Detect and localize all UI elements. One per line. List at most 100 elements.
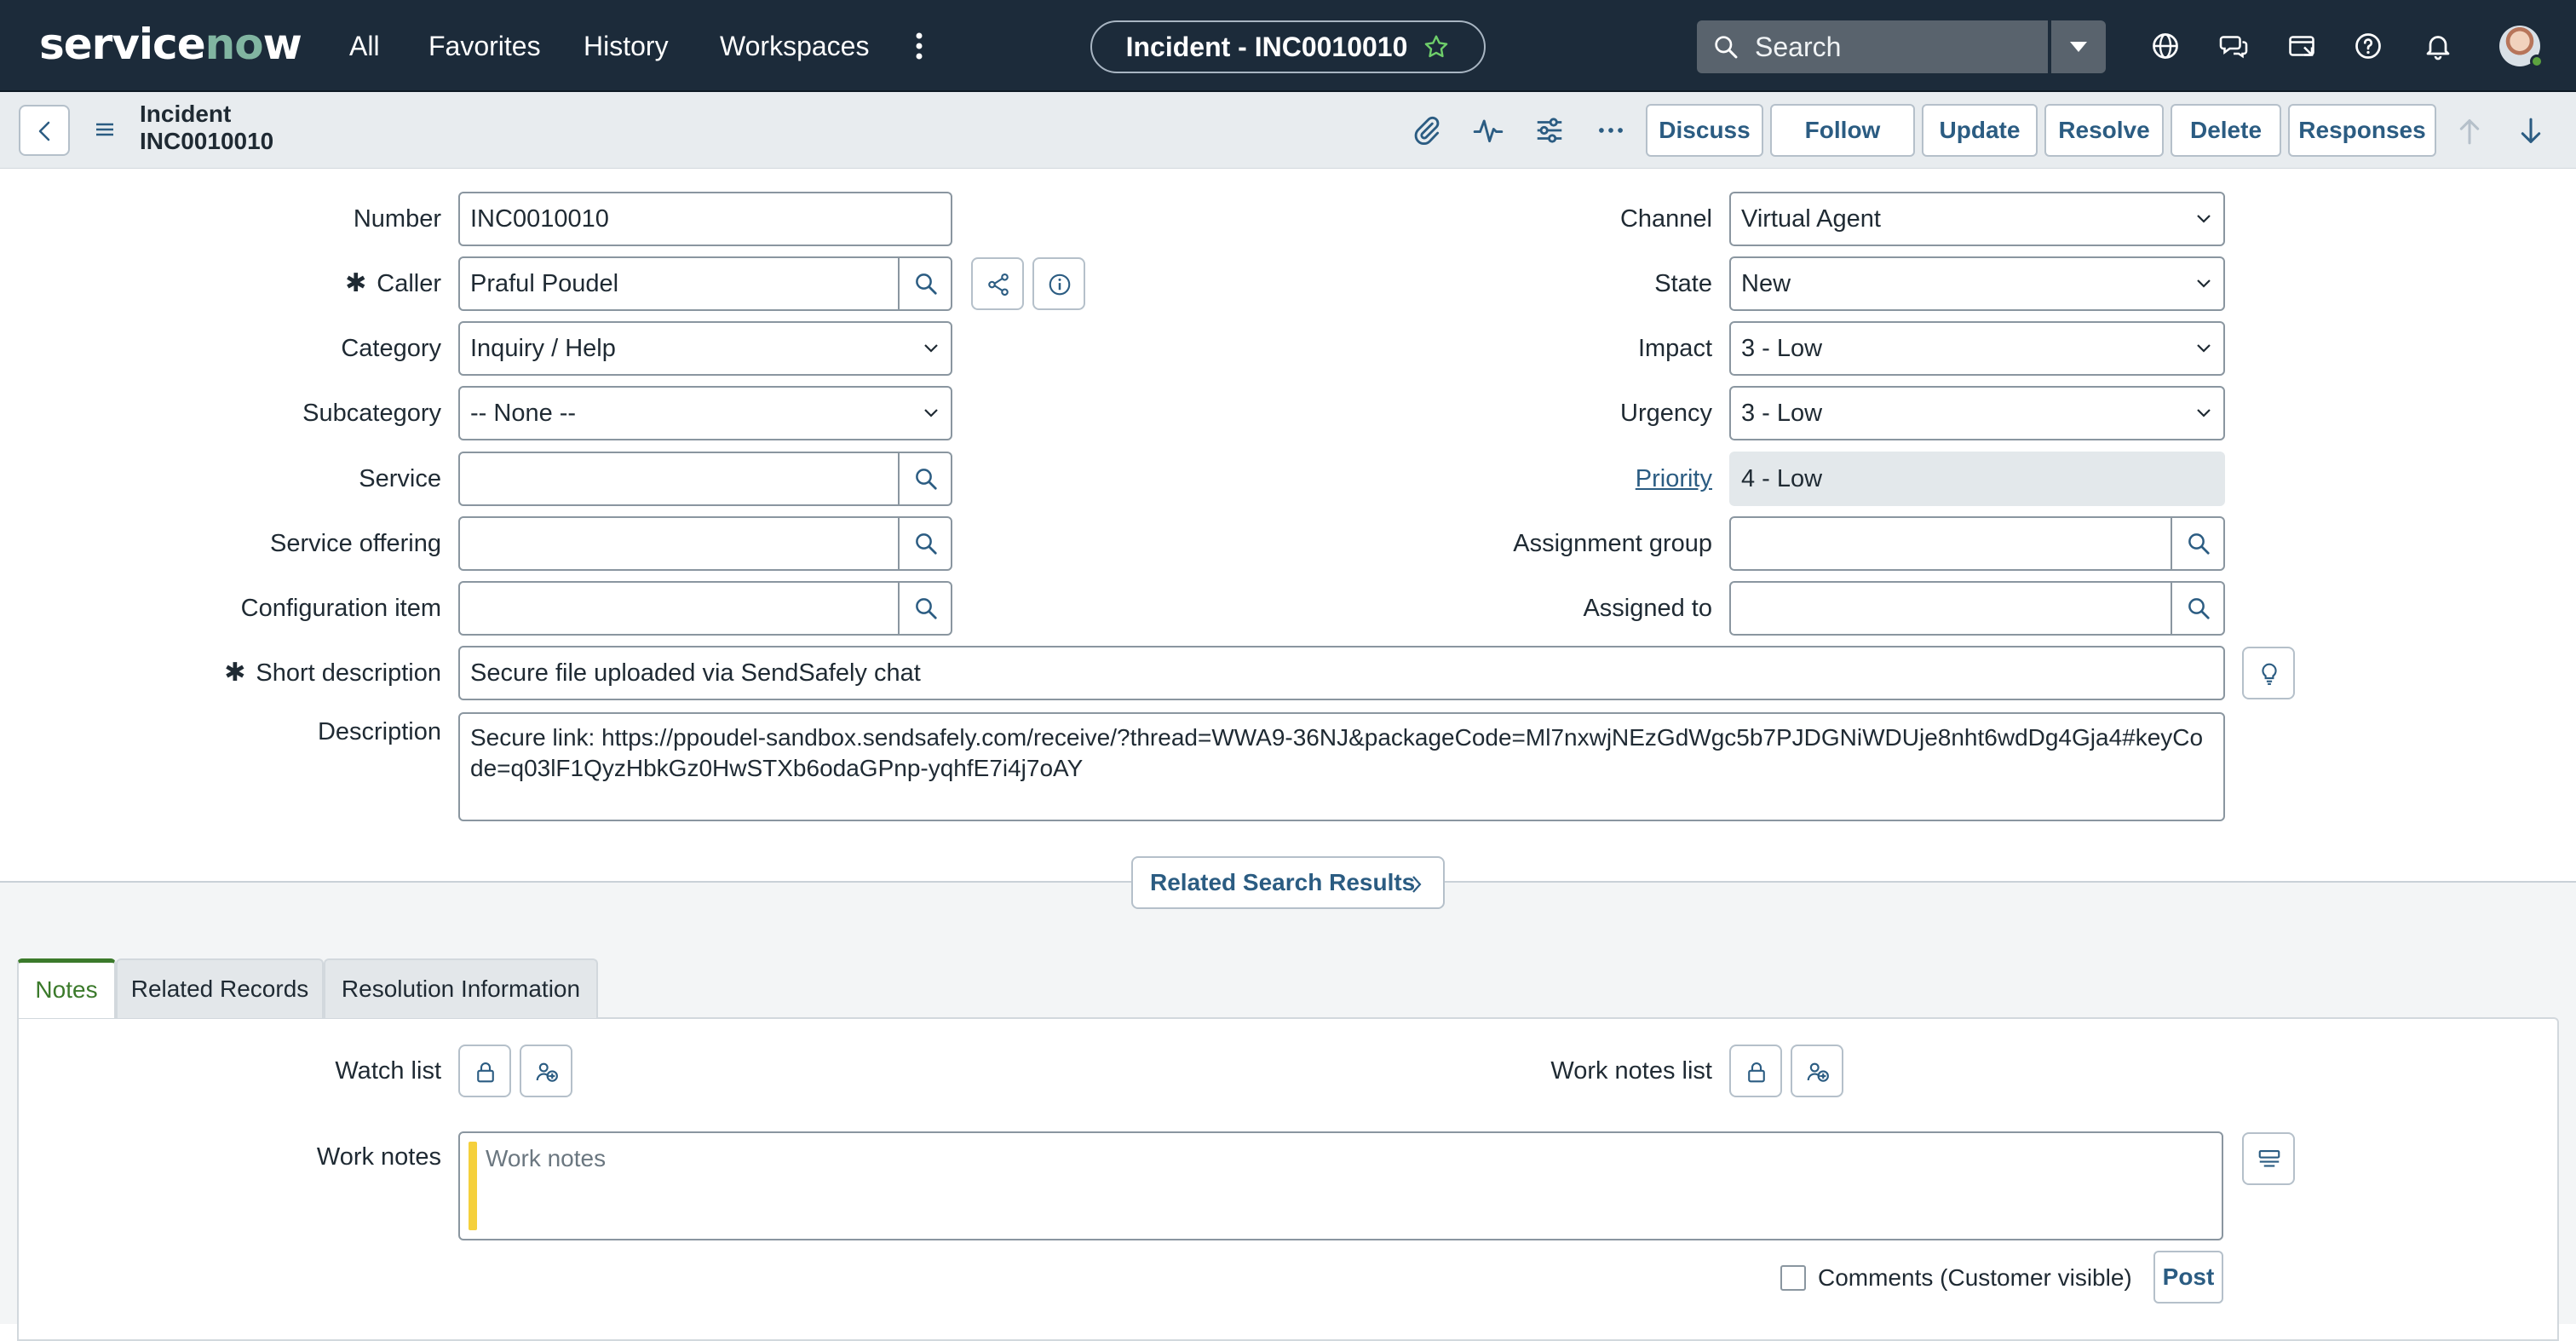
nav-all[interactable]: All [349,26,380,66]
tab-related-records[interactable]: Related Records [116,958,324,1018]
tab-notes[interactable]: Notes [17,958,116,1018]
work-notes-list-lock-button[interactable] [1729,1045,1782,1097]
nav-favorites[interactable]: Favorites [428,26,541,66]
description-textarea[interactable]: Secure link: https://ppoudel-sandbox.sen… [458,712,2225,821]
caller-info-button[interactable] [1032,257,1085,310]
nav-workspaces[interactable]: Workspaces [720,26,869,66]
chevron-right-icon [1412,876,1422,893]
lock-icon [1748,1062,1765,1083]
update-button[interactable]: Update [1922,104,2038,157]
subcategory-value: -- None -- [470,400,577,427]
suggestion-button[interactable] [2242,647,2295,699]
category-select[interactable]: Inquiry / Help [458,321,952,376]
activity-icon[interactable] [1472,114,1504,147]
discuss-button[interactable]: Discuss [1646,104,1763,157]
settings-sliders-icon[interactable] [1533,114,1566,147]
responses-button[interactable]: Responses [2288,104,2436,157]
service-offering-field[interactable] [458,516,952,571]
star-icon[interactable] [1423,33,1450,60]
priority-field: 4 - Low [1729,452,2225,506]
next-record-icon[interactable] [2516,116,2545,147]
mandatory-marker: ✱ [224,659,246,687]
chat-icon[interactable] [2218,31,2249,61]
state-select[interactable]: New [1729,256,2225,311]
impact-select[interactable]: 3 - Low [1729,321,2225,376]
record-title-pill[interactable]: Incident - INC0010010 [1090,20,1486,73]
back-button[interactable] [19,105,70,156]
help-icon[interactable] [2353,31,2383,61]
template-icon [2258,1149,2280,1167]
comments-customer-visible-label[interactable]: Comments (Customer visible) [1818,1261,2132,1295]
state-value: New [1741,270,1791,297]
online-status-dot [2530,55,2544,68]
service-field[interactable] [458,452,952,506]
search-scope-dropdown[interactable] [2051,20,2106,73]
resolve-button[interactable]: Resolve [2044,104,2164,157]
assigned-to-field[interactable] [1729,581,2225,636]
previous-record-icon[interactable] [2455,116,2484,147]
number-field[interactable]: INC0010010 [458,192,952,246]
work-notes-list-label: Work notes list [1550,1057,1712,1085]
work-notes-format-button[interactable] [2242,1132,2295,1185]
urgency-select[interactable]: 3 - Low [1729,386,2225,440]
caller-value: Praful Poudel [470,270,619,297]
globe-icon[interactable] [2150,31,2181,61]
more-options-icon[interactable] [1595,114,1627,147]
user-avatar[interactable] [2499,26,2544,68]
more-vertical-icon[interactable] [906,29,932,63]
configuration-item-lookup-button[interactable] [898,583,951,634]
follow-button[interactable]: Follow [1770,104,1915,157]
service-offering-label: Service offering [270,530,441,557]
category-label: Category [341,335,441,362]
hamburger-menu-icon[interactable] [94,119,116,140]
chevron-down-icon [924,409,938,417]
work-notes-label: Work notes [316,1143,441,1171]
work-notes-textarea[interactable]: Work notes [458,1131,2223,1240]
service-label: Service [359,465,441,492]
configuration-item-field[interactable] [458,581,952,636]
channel-select[interactable]: Virtual Agent [1729,192,2225,246]
related-search-label: Related Search Results [1150,869,1416,895]
service-lookup-button[interactable] [898,453,951,504]
assignment-group-field[interactable] [1729,516,2225,571]
work-notes-list-add-me-button[interactable] [1791,1045,1843,1097]
short-description-field[interactable]: Secure file uploaded via SendSafely chat [458,646,2225,700]
category-value: Inquiry / Help [470,335,616,362]
search-placeholder: Search [1755,32,1842,62]
caller-dependency-button[interactable] [971,257,1024,310]
info-icon [1049,273,1071,296]
watch-list-lock-button[interactable] [458,1045,511,1097]
add-user-icon [536,1062,558,1082]
subcategory-label: Subcategory [302,400,441,427]
global-search-input[interactable]: Search [1697,20,2048,73]
priority-label-link[interactable]: Priority [1448,452,1712,505]
impact-value: 3 - Low [1741,335,1823,362]
inbox-icon[interactable] [2286,31,2317,61]
servicenow-logo[interactable]: servicenow [39,17,302,72]
comments-customer-visible-checkbox[interactable] [1780,1265,1806,1291]
form-title-table: Incident [140,101,232,127]
search-icon [2188,533,2210,555]
caller-field[interactable]: Praful Poudel [458,256,952,311]
assigned-to-lookup-button[interactable] [2171,583,2223,634]
subcategory-select[interactable]: -- None -- [458,386,952,440]
urgency-label: Urgency [1620,400,1712,427]
delete-button[interactable]: Delete [2171,104,2281,157]
chevron-down-icon [2197,344,2211,353]
nav-history[interactable]: History [584,26,669,66]
tab-resolution-information[interactable]: Resolution Information [324,958,598,1018]
watch-list-add-me-button[interactable] [520,1045,572,1097]
related-search-results-button[interactable]: Related Search Results [1131,856,1445,909]
assignment-group-lookup-button[interactable] [2171,518,2223,569]
service-offering-lookup-button[interactable] [898,518,951,569]
post-button[interactable]: Post [2153,1251,2223,1304]
impact-label: Impact [1637,335,1712,362]
bell-icon[interactable] [2423,31,2453,61]
attachment-icon[interactable] [1411,114,1443,147]
search-icon [1712,33,1739,60]
assigned-to-label: Assigned to [1583,595,1712,622]
search-icon [2188,598,2210,619]
short-description-label-text: Short description [256,659,441,687]
caller-lookup-button[interactable] [898,258,951,309]
work-notes-placeholder: Work notes [486,1145,607,1171]
